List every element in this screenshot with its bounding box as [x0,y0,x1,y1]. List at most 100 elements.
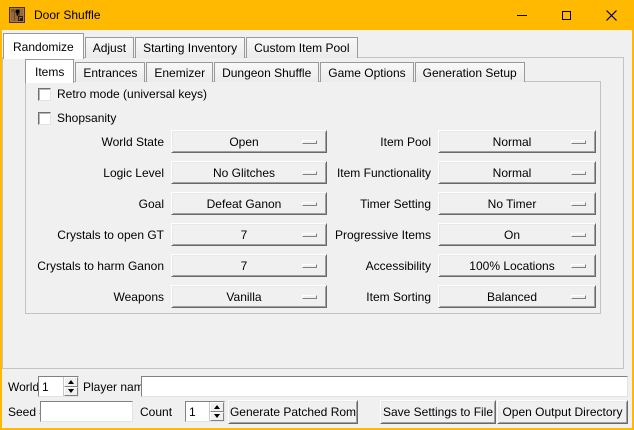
item-functionality-label: Item Functionality [327,161,431,184]
arrow-down-icon [214,414,220,418]
crystals-ganon-dropdown[interactable]: 7 [171,254,327,277]
worlds-spin-buttons [63,377,78,396]
window-body: Randomize Adjust Starting Inventory Cust… [0,30,634,430]
count-spinbox[interactable] [185,401,225,422]
option-menu-indicator [302,264,317,268]
retro-mode-checkbox[interactable] [38,88,51,101]
tab-entrances-label: Entrances [83,66,137,80]
tab-starting-inventory[interactable]: Starting Inventory [135,37,245,58]
tab-entrances[interactable]: Entrances [75,62,145,82]
crystals-gt-dropdown[interactable]: 7 [171,223,327,246]
count-spin-buttons [209,402,224,421]
progressive-items-dropdown[interactable]: On [438,223,596,246]
world-state-dropdown[interactable]: Open [171,130,327,153]
arrow-up-icon [214,405,220,409]
shopsanity-label: Shopsanity [57,111,116,125]
main-tab-bar: Randomize Adjust Starting Inventory Cust… [3,32,359,58]
door-icon [9,7,25,23]
count-input[interactable] [186,402,209,421]
items-pane: Retro mode (universal keys) Shopsanity W… [25,81,601,314]
option-menu-indicator [302,233,317,237]
tab-randomize[interactable]: Randomize [3,33,84,59]
tab-enemizer-label: Enemizer [154,66,205,80]
tab-starting-inventory-label: Starting Inventory [143,41,237,55]
worlds-input[interactable] [39,377,63,396]
tab-dungeon-shuffle[interactable]: Dungeon Shuffle [214,62,319,82]
world-state-value: Open [229,135,258,149]
item-functionality-dropdown[interactable]: Normal [438,161,596,184]
open-output-directory-button[interactable]: Open Output Directory [497,400,628,424]
item-sorting-dropdown[interactable]: Balanced [438,285,596,308]
logic-level-value: No Glitches [213,166,275,180]
option-menu-indicator [571,140,586,144]
shopsanity-checkbox[interactable] [38,112,51,125]
accessibility-value: 100% Locations [469,259,554,273]
tab-randomize-label: Randomize [13,40,74,54]
close-icon [606,10,617,21]
tab-game-options[interactable]: Game Options [320,62,413,82]
maximize-button[interactable] [544,0,589,30]
generate-patched-rom-button[interactable]: Generate Patched Rom [228,400,358,424]
tab-generation-setup[interactable]: Generation Setup [415,62,525,82]
count-label: Count [140,401,172,422]
tab-items[interactable]: Items [25,59,74,83]
worlds-spin-up-button[interactable] [64,377,78,387]
option-menu-indicator [571,202,586,206]
option-menu-indicator [302,202,317,206]
tab-game-options-label: Game Options [328,66,405,80]
weapons-dropdown[interactable]: Vanilla [171,285,327,308]
option-menu-indicator [302,295,317,299]
option-menu-indicator [571,171,586,175]
count-spin-down-button[interactable] [210,412,224,422]
tab-custom-item-pool-label: Custom Item Pool [254,41,349,55]
save-settings-button[interactable]: Save Settings to File [380,400,496,424]
tab-adjust[interactable]: Adjust [85,37,134,58]
crystals-gt-value: 7 [241,228,248,242]
timer-setting-dropdown[interactable]: No Timer [438,192,596,215]
retro-mode-row: Retro mode (universal keys) [38,86,207,102]
goal-label: Goal [26,192,164,215]
option-menu-indicator [302,171,317,175]
retro-mode-label: Retro mode (universal keys) [57,87,207,101]
item-functionality-value: Normal [493,166,532,180]
goal-dropdown[interactable]: Defeat Ganon [171,192,327,215]
arrow-up-icon [68,380,74,384]
worlds-spin-down-button[interactable] [64,387,78,397]
caption-buttons [499,0,634,30]
item-pool-dropdown[interactable]: Normal [438,130,596,153]
randomize-sub-tab-bar: Items Entrances Enemizer Dungeon Shuffle… [25,58,526,82]
close-button[interactable] [589,0,634,30]
player-names-input[interactable] [141,376,628,397]
count-spin-up-button[interactable] [210,402,224,412]
minimize-icon [517,15,527,16]
tab-generation-setup-label: Generation Setup [423,66,517,80]
minimize-button[interactable] [499,0,544,30]
options-grid: World State Open Item Pool Normal Logic … [26,130,596,308]
tab-enemizer[interactable]: Enemizer [146,62,213,82]
accessibility-dropdown[interactable]: 100% Locations [438,254,596,277]
tab-items-label: Items [35,65,64,79]
tab-adjust-label: Adjust [93,41,126,55]
option-menu-indicator [571,295,586,299]
weapons-value: Vanilla [226,290,261,304]
arrow-down-icon [68,389,74,393]
progressive-items-label: Progressive Items [327,223,431,246]
worlds-spinbox[interactable] [38,376,79,397]
timer-setting-value: No Timer [488,197,537,211]
logic-level-label: Logic Level [26,161,164,184]
option-menu-indicator [571,233,586,237]
item-pool-value: Normal [493,135,532,149]
tab-custom-item-pool[interactable]: Custom Item Pool [246,37,357,58]
item-pool-label: Item Pool [327,130,431,153]
titlebar: Door Shuffle [0,0,634,30]
maximize-icon [562,11,571,20]
world-state-label: World State [26,130,164,153]
logic-level-dropdown[interactable]: No Glitches [171,161,327,184]
door-shuffle-window: Door Shuffle Randomize Adjust Starting I… [0,0,634,430]
option-menu-indicator [571,264,586,268]
seed-input[interactable] [40,401,133,422]
window-title: Door Shuffle [34,8,101,22]
progressive-items-value: On [504,228,520,242]
crystals-ganon-value: 7 [241,259,248,273]
weapons-label: Weapons [26,285,164,308]
